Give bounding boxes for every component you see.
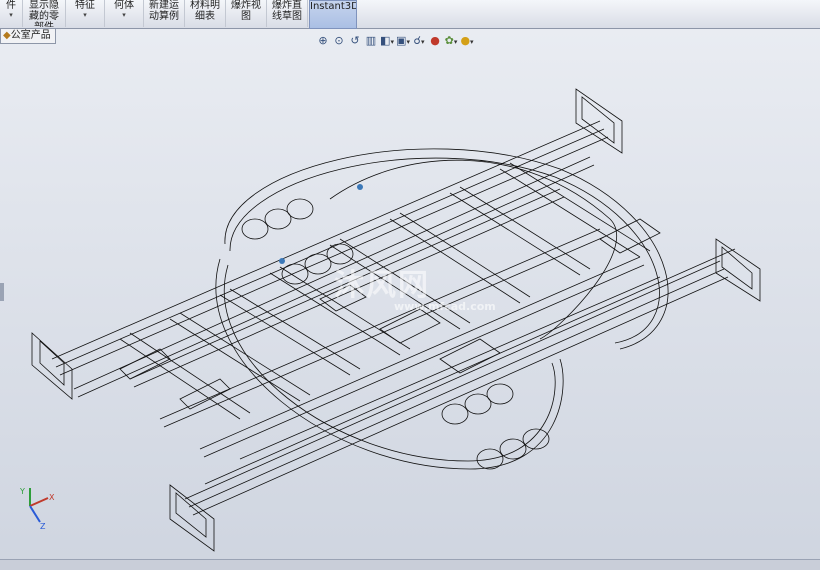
watermark-url: www.mfcad.com bbox=[394, 300, 496, 313]
new-motion-study-button[interactable]: 新建运 动算例 bbox=[144, 0, 185, 27]
watermark: 沐风网 www.mfcad.com bbox=[334, 260, 496, 313]
exploded-view-button[interactable]: 爆炸视 图 bbox=[226, 0, 267, 27]
ribbon-button-label: 新建运 动算例 bbox=[149, 0, 179, 22]
axis-triad-icon: Y X Z bbox=[19, 487, 55, 531]
ribbon-button-label: 爆炸视 图 bbox=[231, 0, 261, 22]
explode-line-sketch-button[interactable]: 爆炸直 线草图 bbox=[267, 0, 308, 27]
ribbon-button-component[interactable]: 件 ▾ bbox=[0, 0, 23, 27]
ribbon-button-label: 何体 bbox=[114, 0, 134, 11]
coordinate-triad: Y X Z bbox=[18, 484, 58, 531]
y-axis-label: Y bbox=[19, 487, 25, 496]
chevron-down-icon: ▾ bbox=[83, 11, 87, 19]
ribbon-button-label: Instant3D bbox=[310, 1, 357, 12]
command-manager-ribbon: 件 ▾ 显示隐 藏的零 部件 特征 ▾ 何体 ▾ 新建运 动算例 材料明 细表 … bbox=[0, 0, 820, 29]
ribbon-button-label: 爆炸直 线草图 bbox=[272, 0, 302, 22]
status-bar bbox=[0, 559, 820, 570]
reference-geometry-button[interactable]: 何体 ▾ bbox=[105, 0, 144, 27]
watermark-text: 沐风网 bbox=[334, 268, 430, 303]
ribbon-button-label: 件 bbox=[6, 0, 16, 11]
chevron-down-icon: ▾ bbox=[9, 11, 13, 19]
z-axis-label: Z bbox=[40, 522, 46, 530]
instant3d-button[interactable]: Instant3D bbox=[309, 0, 357, 29]
ribbon-button-label: 材料明 细表 bbox=[190, 0, 220, 22]
ribbon-button-label: 特征 bbox=[75, 0, 95, 11]
bill-of-materials-button[interactable]: 材料明 细表 bbox=[185, 0, 226, 27]
show-hidden-components-button[interactable]: 显示隐 藏的零 部件 bbox=[23, 0, 66, 27]
features-button[interactable]: 特征 ▾ bbox=[66, 0, 105, 27]
x-axis-label: X bbox=[49, 493, 55, 502]
chevron-down-icon: ▾ bbox=[122, 11, 126, 19]
ribbon-button-label: 显示隐 藏的零 部件 bbox=[29, 0, 59, 27]
